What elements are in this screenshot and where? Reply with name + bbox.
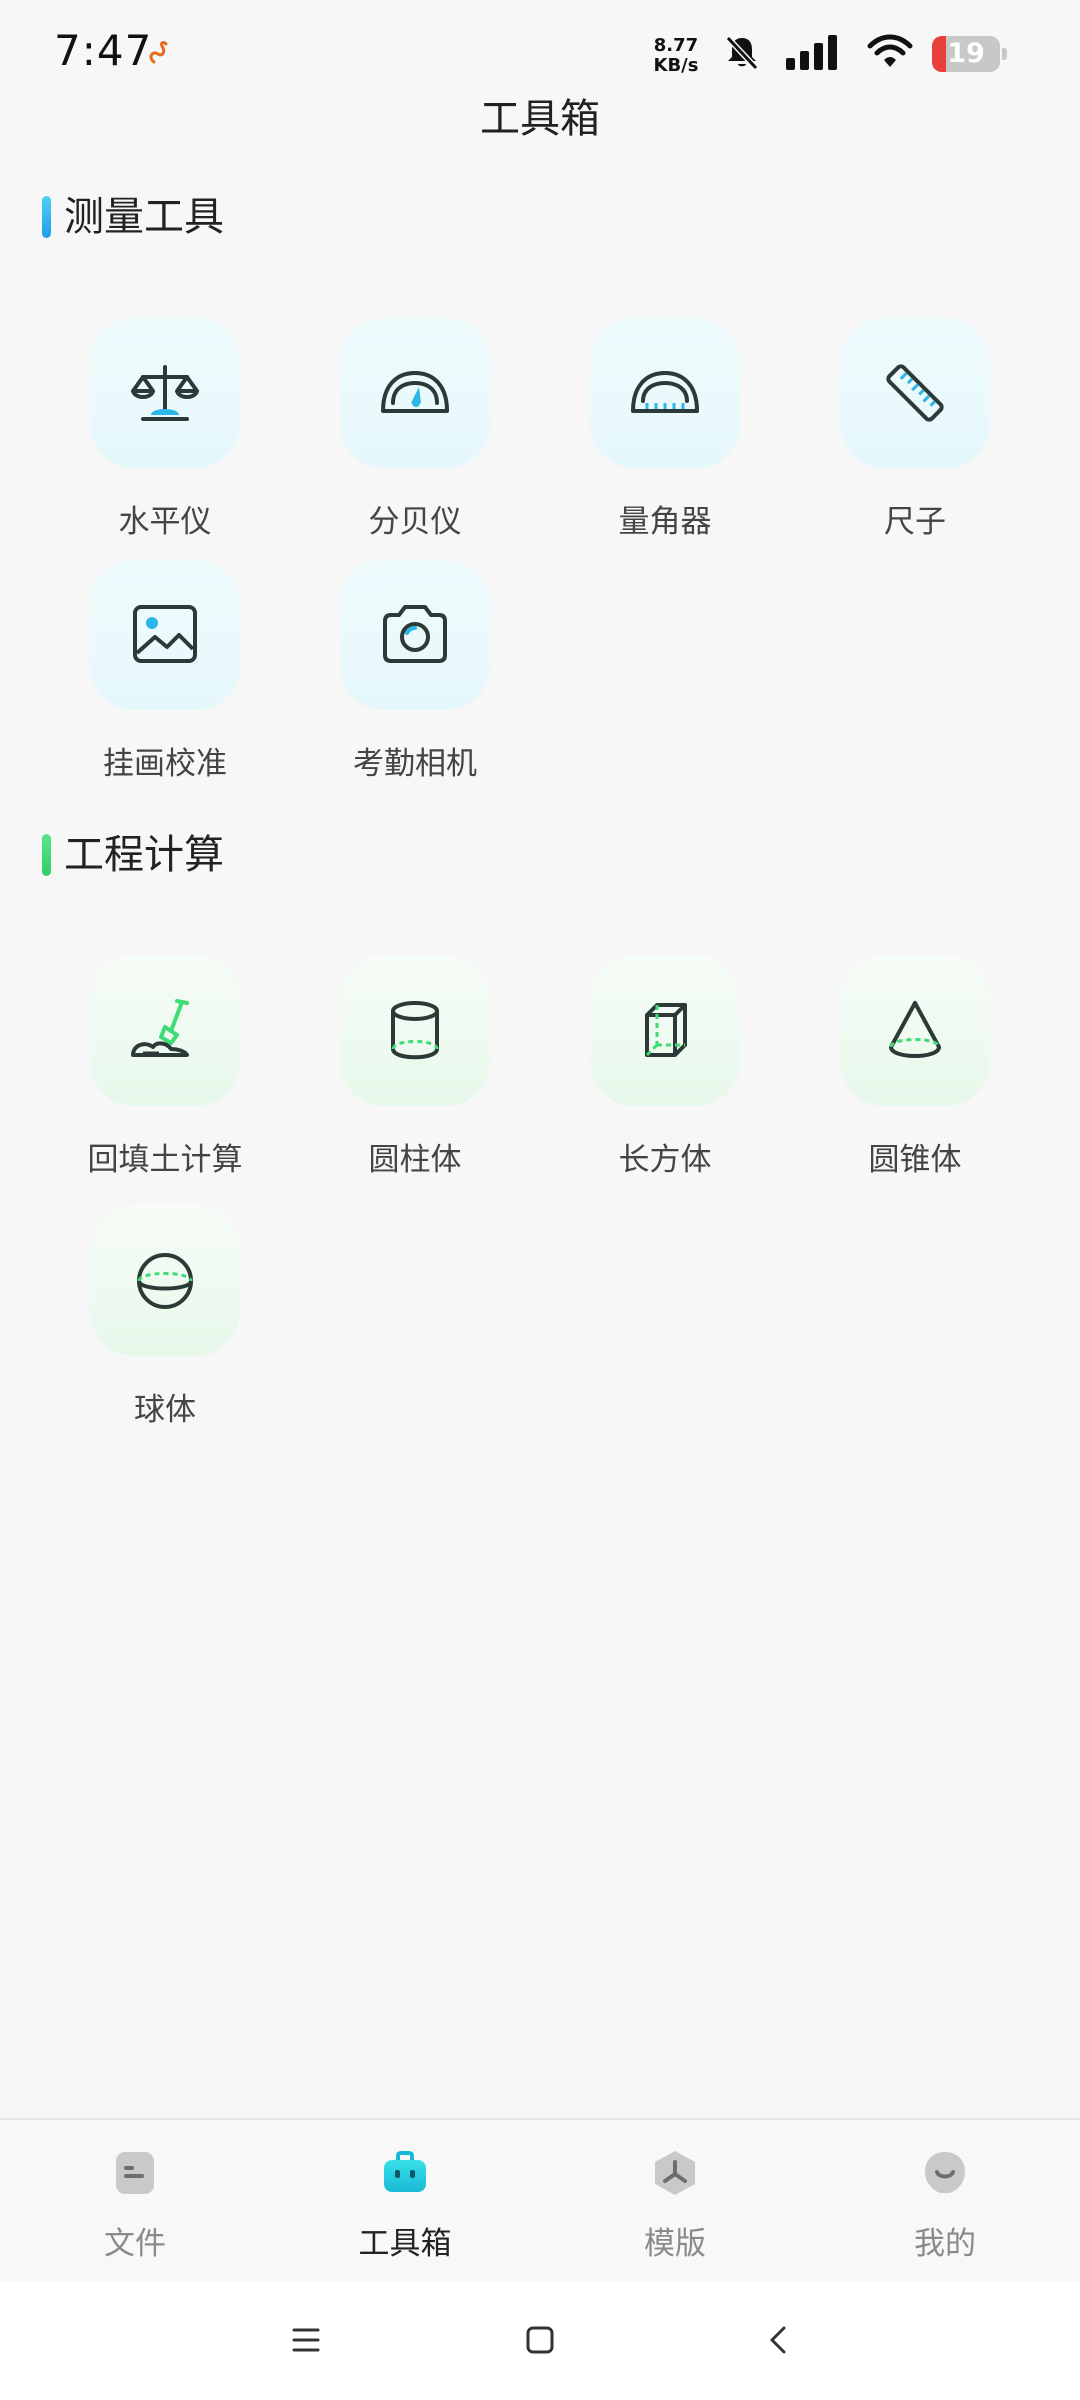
nav-label: 我的 (914, 2226, 976, 2262)
tool-attendance-camera[interactable]: 考勤相机 (292, 560, 542, 790)
home-button[interactable] (510, 2310, 570, 2370)
back-icon (770, 2326, 786, 2354)
signal-icon (786, 35, 837, 70)
tool-label: 圆柱体 (368, 1142, 462, 1178)
section-accent-bar (42, 834, 51, 876)
tool-protractor[interactable]: 量角器 (542, 318, 792, 548)
tool-cone[interactable]: 圆锥体 (792, 956, 1042, 1186)
page-title: 工具箱 (480, 96, 600, 142)
camera-icon (383, 605, 447, 663)
tool-icon-box (90, 956, 240, 1106)
tool-icon-box (840, 956, 990, 1106)
nav-item-templates[interactable]: 模版 (540, 2120, 810, 2282)
ruler-icon (886, 364, 944, 422)
back-button[interactable] (748, 2310, 808, 2370)
decibel-gauge-icon (381, 371, 449, 413)
battery-icon: 19 (932, 36, 1008, 72)
tool-icon-box (590, 318, 740, 468)
section-accent-bar (42, 196, 51, 238)
picture-frame-icon (133, 605, 197, 663)
tool-label: 球体 (134, 1392, 196, 1428)
nav-item-profile[interactable]: 我的 (810, 2120, 1080, 2282)
nav-label: 模版 (644, 2226, 706, 2262)
profile-icon (925, 2152, 965, 2193)
tool-decibel[interactable]: 分贝仪 (292, 318, 542, 548)
bottom-nav: 文件 工具箱 模版 我的 (0, 2118, 1080, 2282)
status-time: 7:47 (54, 26, 153, 75)
tool-label: 考勤相机 (353, 746, 477, 782)
tool-cuboid[interactable]: 长方体 (542, 956, 792, 1186)
nav-item-files[interactable]: 文件 (0, 2120, 270, 2282)
nav-label: 工具箱 (358, 2226, 452, 2262)
tool-picture-calibration[interactable]: 挂画校准 (42, 560, 292, 790)
cylinder-icon (391, 1001, 439, 1060)
tool-ruler[interactable]: 尺子 (792, 318, 1042, 548)
network-speed: 8.77 KB/s (650, 36, 702, 76)
tool-icon-box (840, 318, 990, 468)
tool-icon-box (90, 560, 240, 710)
menu-icon (292, 2328, 320, 2352)
cone-icon (889, 1001, 941, 1058)
wifi-icon (867, 34, 913, 67)
tool-label: 尺子 (884, 504, 946, 540)
tool-label: 回填土计算 (87, 1142, 243, 1178)
network-speed-unit: KB/s (653, 55, 699, 76)
network-speed-value: 8.77 (653, 35, 699, 56)
nav-label: 文件 (104, 2226, 166, 2262)
shovel-icon (131, 999, 189, 1057)
level-scale-icon (131, 365, 199, 421)
system-nav-bar (0, 2282, 1080, 2400)
mute-bell-icon (725, 35, 759, 71)
tool-icon-box (590, 956, 740, 1106)
section-title-measure: 测量工具 (64, 194, 224, 240)
battery-level: 19 (947, 38, 985, 69)
tool-label: 量角器 (618, 504, 712, 540)
cuboid-icon (645, 1003, 687, 1057)
sphere-icon (137, 1253, 193, 1309)
tool-level[interactable]: 水平仪 (42, 318, 292, 548)
tool-icon-box (90, 1206, 240, 1356)
tool-icon-box (340, 956, 490, 1106)
nav-item-toolbox[interactable]: 工具箱 (270, 2120, 540, 2282)
toolbox-icon (384, 2151, 426, 2192)
status-bar: 7:47 8.77 KB/s 19 (0, 0, 1080, 100)
tool-cylinder[interactable]: 圆柱体 (292, 956, 542, 1186)
tool-label: 水平仪 (118, 504, 212, 540)
tool-sphere[interactable]: 球体 (42, 1206, 292, 1436)
tool-backfill[interactable]: 回填土计算 (42, 956, 292, 1186)
template-icon (655, 2151, 695, 2195)
tool-icon-box (90, 318, 240, 468)
tool-label: 挂画校准 (103, 746, 227, 782)
tool-icon-box (340, 318, 490, 468)
tool-label: 长方体 (618, 1142, 712, 1178)
tool-label: 分贝仪 (368, 504, 462, 540)
section-title-engineering: 工程计算 (64, 832, 224, 878)
menu-button[interactable] (276, 2310, 336, 2370)
home-icon (526, 2326, 554, 2354)
app-notification-icon (149, 41, 168, 64)
tool-icon-box (340, 560, 490, 710)
file-icon (116, 2152, 154, 2194)
tool-label: 圆锥体 (868, 1142, 962, 1178)
protractor-icon (631, 371, 699, 413)
